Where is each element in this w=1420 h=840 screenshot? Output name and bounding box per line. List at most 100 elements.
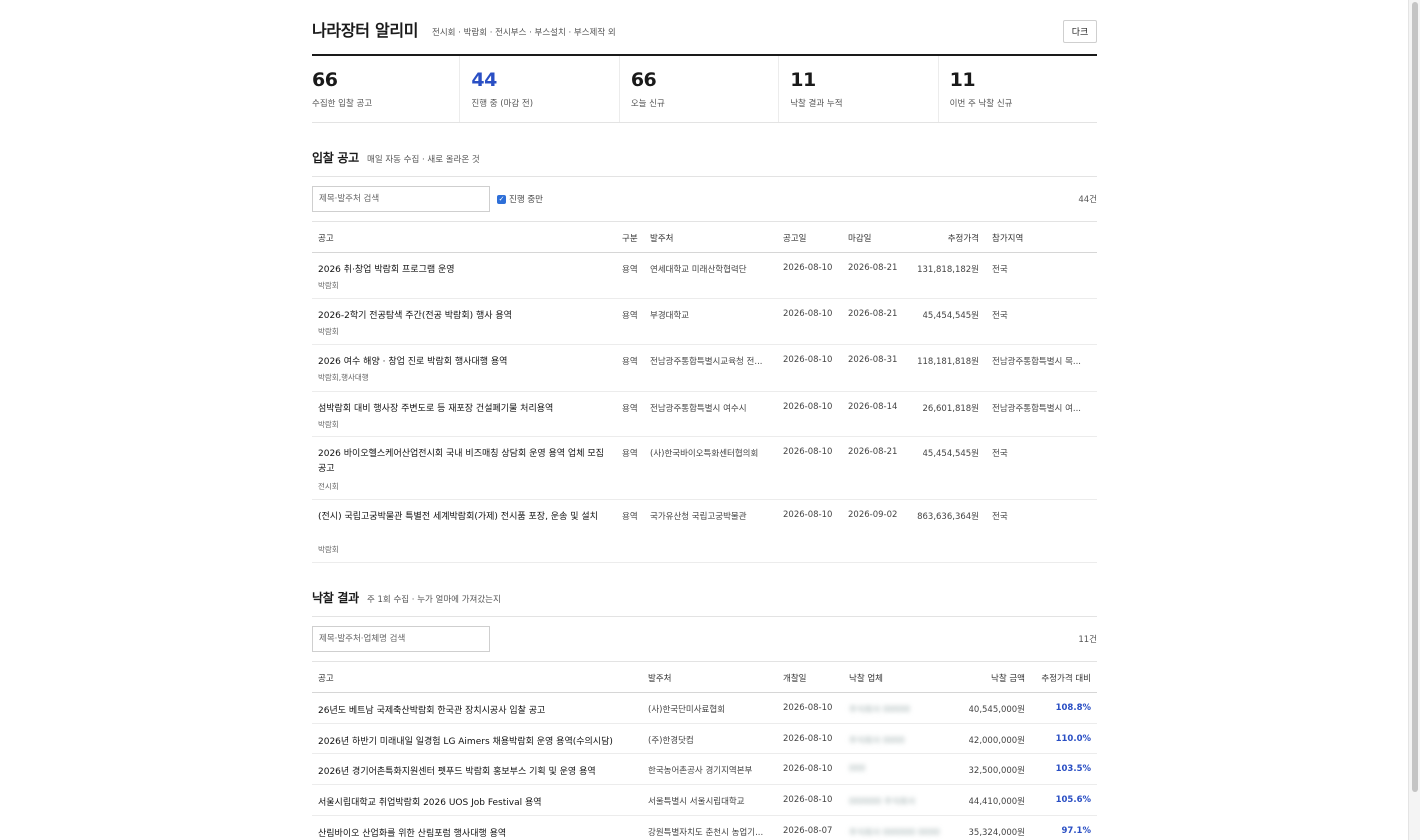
bid-row[interactable]: 섬박람회 대비 행사장 주변도로 등 재포장 건설폐기물 처리용역 박람회 용역… xyxy=(312,392,1097,437)
page-scrollbar[interactable] xyxy=(1408,0,1420,840)
col-title[interactable]: 공고 xyxy=(318,672,334,684)
award-title[interactable]: 26년도 베트남 국제축산박람회 한국관 장치시공사 입찰 공고 xyxy=(318,703,545,716)
col-deadline[interactable]: 마감일 xyxy=(848,232,871,244)
awards-search-input[interactable] xyxy=(312,626,490,652)
bids-filter-bar: ✓ 진행 중만 44건 xyxy=(312,177,1097,222)
bids-heading: 입찰 공고 xyxy=(312,151,359,165)
award-amount: 44,410,000원 xyxy=(968,797,1026,807)
award-title[interactable]: 서울시립대학교 취업박람회 2026 UOS Job Festival 용역 xyxy=(318,795,542,808)
col-amount[interactable]: 낙찰 금액 xyxy=(991,672,1025,684)
bid-posted: 2026-08-10 xyxy=(783,263,833,273)
in-progress-checkbox-label: 진행 중만 xyxy=(509,195,543,205)
bid-deadline: 2026-08-31 xyxy=(848,355,898,365)
award-row[interactable]: 26년도 베트남 국제축산박람회 한국관 장치시공사 입찰 공고 (사)한국단미… xyxy=(312,693,1097,724)
award-row[interactable]: 2026년 하반기 미래내일 일경험 LG Aimers 채용박람회 운영 용역… xyxy=(312,724,1097,754)
bid-deadline: 2026-08-21 xyxy=(848,309,898,319)
stats-bar: 66 수집한 입찰 공고 44 진행 중 (마감 전) 66 오늘 신규 11 … xyxy=(312,56,1097,123)
award-winner: 000 xyxy=(849,764,866,774)
bid-region: 전국 xyxy=(992,512,1008,522)
awards-filter-bar: 11건 xyxy=(312,617,1097,662)
award-title[interactable]: 산림바이오 산업화를 위한 산림포럼 행사대행 용역 xyxy=(318,826,506,839)
col-type[interactable]: 구분 xyxy=(622,232,638,244)
award-winner: 000000 주식회사 xyxy=(849,797,916,807)
col-posted[interactable]: 공고일 xyxy=(783,232,806,244)
stat-label: 수집한 입찰 공고 xyxy=(312,99,373,109)
bid-posted: 2026-08-10 xyxy=(783,447,833,457)
bid-title[interactable]: (전시) 국립고궁박물관 특별전 세계박람회(가제) 전시품 포장, 운송 및 … xyxy=(318,510,608,525)
bid-org: (사)한국바이오특화센터협의회 xyxy=(650,449,759,459)
awards-description: 주 1회 수집 · 누가 얼마에 가져갔는지 xyxy=(367,595,501,605)
bid-title[interactable]: 2026 여수 해양 · 창업 진로 박람회 행사대행 용역 xyxy=(318,355,608,370)
col-region[interactable]: 참가지역 xyxy=(992,232,1023,244)
stat-value: 44 xyxy=(471,69,497,91)
bid-org: 전남광주통합특별시 여수시 xyxy=(650,404,747,414)
scrollbar-thumb[interactable] xyxy=(1412,2,1418,792)
app-title: 나라장터 알리미 xyxy=(312,21,419,40)
bid-region: 전남광주통합특별시 여... xyxy=(992,404,1082,414)
bid-posted: 2026-08-10 xyxy=(783,402,833,412)
award-org: 강원특별자치도 춘천시 농업기... xyxy=(648,828,764,838)
stat-value: 66 xyxy=(630,69,657,91)
stat-label: 이번 주 낙찰 신규 xyxy=(949,99,1013,109)
bid-region: 전국 xyxy=(992,265,1008,275)
stat-value: 11 xyxy=(790,69,816,91)
award-title[interactable]: 2026년 하반기 미래내일 일경험 LG Aimers 채용박람회 운영 용역… xyxy=(318,734,613,747)
app-header: 나라장터 알리미 전시회 · 박람회 · 전시부스 · 부스설치 · 부스제작 … xyxy=(312,0,1097,56)
stat-value: 66 xyxy=(312,69,338,91)
stat-awards-total: 11 낙찰 결과 누적 xyxy=(779,56,939,122)
bid-price: 863,636,364원 xyxy=(917,512,979,522)
bid-title[interactable]: 섬박람회 대비 행사장 주변도로 등 재포장 건설폐기물 처리용역 xyxy=(318,402,608,417)
bid-title[interactable]: 2026 취·창업 박람회 프로그램 운영 xyxy=(318,263,608,278)
col-title[interactable]: 공고 xyxy=(318,232,334,244)
bid-org: 부경대학교 xyxy=(650,311,690,321)
col-ratio[interactable]: 추정가격 대비 xyxy=(1041,672,1091,684)
stat-value: 11 xyxy=(949,69,976,91)
bid-row[interactable]: 2026 여수 해양 · 창업 진로 박람회 행사대행 용역 박람회,행사대행 … xyxy=(312,345,1097,392)
col-winner[interactable]: 낙찰 업체 xyxy=(849,672,883,684)
award-row[interactable]: 2026년 경기어촌특화지원센터 펫푸드 박람회 홍보부스 기획 및 운영 용역… xyxy=(312,754,1097,785)
bid-tag: 박람회 xyxy=(318,545,339,554)
award-amount: 40,545,000원 xyxy=(968,705,1026,715)
bid-region: 전국 xyxy=(992,311,1008,321)
col-date[interactable]: 개찰일 xyxy=(783,672,806,684)
awards-heading: 낙찰 결과 xyxy=(312,591,359,605)
award-amount: 35,324,000원 xyxy=(968,828,1026,838)
bid-row[interactable]: (전시) 국립고궁박물관 특별전 세계박람회(가제) 전시품 포장, 운송 및 … xyxy=(312,500,1097,563)
award-row[interactable]: 서울시립대학교 취업박람회 2026 UOS Job Festival 용역 서… xyxy=(312,785,1097,816)
bid-type: 용역 xyxy=(622,265,638,275)
award-date: 2026-08-10 xyxy=(783,764,833,774)
bid-tag: 박람회 xyxy=(318,420,339,429)
bid-title[interactable]: 2026-2학기 전공탐색 주간(전공 박람회) 행사 용역 xyxy=(318,309,608,324)
check-icon: ✓ xyxy=(497,194,506,204)
bid-price: 45,454,545원 xyxy=(922,311,980,321)
bid-row[interactable]: 2026 바이오헬스케어산업전시회 국내 비즈매칭 상담회 운영 용역 업체 모… xyxy=(312,437,1097,500)
bids-search-input[interactable] xyxy=(312,186,490,212)
award-amount: 42,000,000원 xyxy=(968,736,1026,746)
bid-title[interactable]: 2026 바이오헬스케어산업전시회 국내 비즈매칭 상담회 운영 용역 업체 모… xyxy=(318,447,608,477)
col-price[interactable]: 추정가격 xyxy=(948,232,979,244)
award-title[interactable]: 2026년 경기어촌특화지원센터 펫푸드 박람회 홍보부스 기획 및 운영 용역 xyxy=(318,764,596,777)
bid-price: 26,601,818원 xyxy=(922,404,980,414)
bid-org: 전남광주통합특별시교육청 전... xyxy=(650,357,763,367)
col-org[interactable]: 발주처 xyxy=(648,672,671,684)
bid-row[interactable]: 2026-2학기 전공탐색 주간(전공 박람회) 행사 용역 박람회 용역 부경… xyxy=(312,299,1097,345)
bids-count: 44건 xyxy=(1078,195,1097,205)
bid-tag: 전시회 xyxy=(318,482,339,491)
in-progress-checkbox[interactable]: ✓ 진행 중만 xyxy=(497,193,543,205)
page-container: 나라장터 알리미 전시회 · 박람회 · 전시부스 · 부스설치 · 부스제작 … xyxy=(312,0,1097,840)
award-ratio: 105.6% xyxy=(1055,795,1091,805)
bid-posted: 2026-08-10 xyxy=(783,355,833,365)
stat-label: 진행 중 (마감 전) xyxy=(471,99,534,109)
award-date: 2026-08-10 xyxy=(783,703,833,713)
bid-tag: 박람회,행사대행 xyxy=(318,373,369,382)
award-date: 2026-08-07 xyxy=(783,826,833,836)
bid-org: 연세대학교 미래산학협력단 xyxy=(650,265,747,275)
bid-tag: 박람회 xyxy=(318,281,339,290)
app-subtitle: 전시회 · 박람회 · 전시부스 · 부스설치 · 부스제작 외 xyxy=(432,28,616,38)
col-org[interactable]: 발주처 xyxy=(650,232,673,244)
award-ratio: 97.1% xyxy=(1061,826,1092,836)
dark-mode-button[interactable]: 다크 xyxy=(1063,20,1097,43)
bid-row[interactable]: 2026 취·창업 박람회 프로그램 운영 박람회 용역 연세대학교 미래산학협… xyxy=(312,253,1097,299)
bid-price: 45,454,545원 xyxy=(922,449,980,459)
award-row[interactable]: 산림바이오 산업화를 위한 산림포럼 행사대행 용역 강원특별자치도 춘천시 농… xyxy=(312,816,1097,840)
